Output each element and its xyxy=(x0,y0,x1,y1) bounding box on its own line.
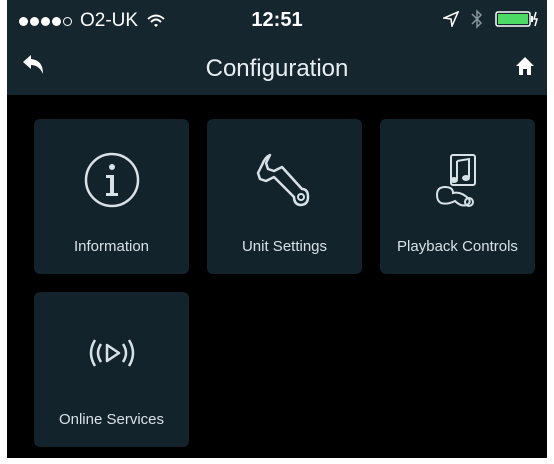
home-button[interactable] xyxy=(515,56,535,81)
tile-label: Unit Settings xyxy=(241,238,328,255)
tile-label: Online Services xyxy=(58,411,165,428)
status-bar: O2-UK 12:51 xyxy=(7,0,547,44)
tile-online-services[interactable]: Online Services xyxy=(34,292,189,447)
page-title: Configuration xyxy=(205,55,349,82)
tile-playback-controls[interactable]: Playback Controls xyxy=(380,119,535,274)
tile-label: Playback Controls xyxy=(397,238,518,255)
status-icons xyxy=(443,9,539,29)
tile-unit-settings[interactable]: Unit Settings xyxy=(207,119,362,274)
location-arrow-icon xyxy=(443,11,459,27)
tile-information[interactable]: Information xyxy=(34,119,189,274)
wrench-icon xyxy=(207,149,362,211)
bluetooth-icon xyxy=(471,9,483,29)
header-bar: O2-UK 12:51 Configuration xyxy=(7,0,547,95)
music-note-icon xyxy=(380,149,535,211)
battery-icon xyxy=(495,11,538,27)
info-icon xyxy=(34,149,189,211)
home-icon xyxy=(516,57,534,75)
tile-label: Information xyxy=(73,238,150,255)
navigation-bar: Configuration xyxy=(7,48,547,88)
streaming-play-icon xyxy=(34,322,189,384)
app-screen: O2-UK 12:51 Configuration Information Un… xyxy=(7,0,547,458)
